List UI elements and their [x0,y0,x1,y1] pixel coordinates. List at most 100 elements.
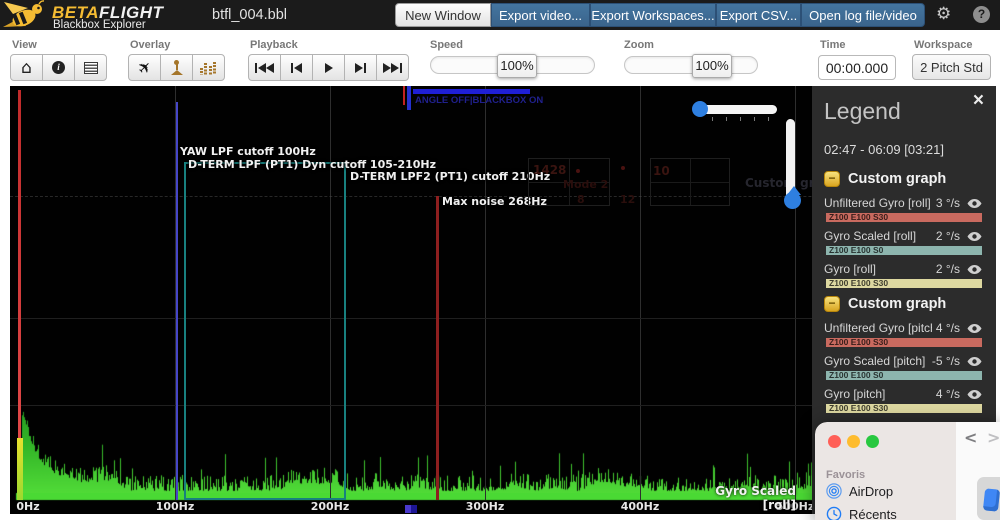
log-filename: btfl_004.bbl [212,7,287,23]
help-icon[interactable]: ? [973,6,990,23]
legend-group-title: Custom graph [848,296,947,312]
legend-entry-name: Gyro Scaled [pitch] [824,354,926,368]
overlay-sticks-button[interactable] [160,54,193,81]
header-button-export-csv[interactable]: Export CSV... [716,3,801,27]
next-frame-icon [354,62,367,73]
log-time-range: 02:47 - 06:09 [03:21] [824,142,944,157]
collapse-minus-icon[interactable]: − [824,171,840,187]
finder-item-label: Récents [849,506,897,520]
faint-value-text: 12 [620,193,636,206]
legend-group-title: Custom graph [848,171,947,187]
legend-entry-value: 2 °/s [935,262,960,276]
eye-icon[interactable] [967,323,982,334]
legend-entry-name: Gyro Scaled [roll] [824,229,917,243]
view-info-button[interactable]: i [42,54,75,81]
playback-skip-start-button[interactable] [248,54,281,81]
header-button-export-video[interactable]: Export video... [491,3,590,27]
faint-rpm-text: 1428 [533,163,567,177]
stick-position-dot [621,166,625,170]
max-noise-marker-line [436,196,439,500]
dc-peak-line [18,90,21,439]
header-button-new-window[interactable]: New Window [395,3,491,27]
close-traffic-light[interactable] [828,435,841,448]
x-tick-100hz: 100Hz [155,500,195,513]
legend-entry-row[interactable]: Gyro [roll] 2 °/s [824,262,982,276]
playback-skip-end-button[interactable] [376,54,409,81]
toolbar: View Overlay Playback Speed Zoom Time Wo… [0,30,1000,86]
timeline-scrub-marker-dark[interactable] [411,505,417,513]
finder-item-recents[interactable]: Récents [826,506,897,520]
close-icon[interactable]: × [973,90,984,112]
eye-icon[interactable] [967,389,982,400]
view-table-button[interactable] [74,54,107,81]
legend-entry-name: Unfiltered Gyro [roll] [824,196,931,210]
view-button-group: ⌂ i [10,54,107,81]
faint-mode-text: Mode 2 [563,178,609,191]
file-thumbnail-icon[interactable] [977,477,1000,520]
skip-start-icon [254,62,275,73]
series-label: Gyro Scaled [roll] [715,484,796,512]
airdrop-icon [826,483,842,499]
legend-entry-name: Unfiltered Gyro [pitch] [824,321,932,335]
eye-icon[interactable] [967,198,982,209]
eye-icon[interactable] [967,264,982,275]
legend-groups: − Custom graph Unfiltered Gyro [roll] 3 °/s… [824,171,982,413]
legend-entry-row[interactable]: Gyro [pitch] 4 °/s [824,387,982,401]
legend-entry-value: 4 °/s [935,387,960,401]
legend-entry-value: -5 °/s [931,354,960,368]
legend-entry-row[interactable]: Unfiltered Gyro [pitch] 4 °/s [824,321,982,335]
dterm-lpf-range-box [184,162,346,500]
legend-group-header: − Custom graph [824,171,982,187]
playback-play-button[interactable] [312,54,345,81]
chevron-left-icon[interactable]: < [964,428,977,447]
minimize-traffic-light[interactable] [847,435,860,448]
legend-entry-color-bar: Z100 E100 S30 [826,278,982,288]
x-tick-200hz: 200Hz [310,500,350,513]
zoom-value[interactable]: 100% [692,54,732,78]
header-button-export-workspaces[interactable]: Export Workspaces... [590,3,716,27]
stick-position-dot [576,169,580,173]
gridline-300hz [485,86,486,500]
top-bar: BETAFLIGHT Blackbox Explorer btfl_004.bb… [0,0,1000,31]
playback-next-button[interactable] [344,54,377,81]
collapse-minus-icon[interactable]: − [824,296,840,312]
view-home-button[interactable]: ⌂ [10,54,43,81]
gridline-400hz [640,86,641,500]
legend-entry-row[interactable]: Gyro Scaled [pitch] -5 °/s [824,354,982,368]
playback-prev-button[interactable] [280,54,313,81]
skip-end-icon [382,62,403,73]
analyser-zoom-y-handle[interactable] [784,192,801,209]
time-input[interactable]: 00:00.000 [818,55,896,80]
workspace-section-label: Workspace [914,39,973,51]
maximize-traffic-light[interactable] [866,435,879,448]
speed-value[interactable]: 100% [497,54,537,78]
play-icon [324,62,333,73]
zoom-section-label: Zoom [624,39,654,51]
legend-entry-color-bar: Z100 E100 S0 [826,370,982,380]
analyser-zoom-x-handle[interactable] [692,101,708,117]
yaw-lpf-marker-line [176,102,178,500]
header-button-open-log-file-video[interactable]: Open log file/video [801,3,925,27]
flight-mode-event-text: ANGLE OFF|BLACKBOX ON [415,95,544,106]
legend-group-header: − Custom graph [824,296,982,312]
overlay-section-label: Overlay [130,39,171,51]
legend-entry-row[interactable]: Unfiltered Gyro [roll] 3 °/s [824,196,982,210]
legend-entry-row[interactable]: Gyro Scaled [roll] 2 °/s [824,229,982,243]
speed-section-label: Speed [430,39,464,51]
legend-entry-color-bar: Z100 E100 S30 [826,337,982,347]
zoom-slider[interactable] [624,56,758,74]
overlay-craft-button[interactable]: ✈ [128,54,161,81]
legend-entry-color-bar: Z100 E100 S0 [826,245,982,255]
settings-gear-icon[interactable]: ⚙ [936,4,951,24]
chevron-right-icon[interactable]: > [987,428,1000,447]
eye-icon[interactable] [967,356,982,367]
overlay-analyser-button[interactable] [192,54,225,81]
workspace-button[interactable]: 2 Pitch Std [912,54,991,80]
finder-window[interactable]: Favoris AirDrop Récents < > [815,422,1000,520]
playback-button-group [248,54,409,81]
playback-section-label: Playback [250,39,298,51]
x-tick-300hz: 300Hz [465,500,505,513]
home-icon: ⌂ [21,57,32,78]
eye-icon[interactable] [967,231,982,242]
finder-item-airdrop[interactable]: AirDrop [826,483,893,499]
